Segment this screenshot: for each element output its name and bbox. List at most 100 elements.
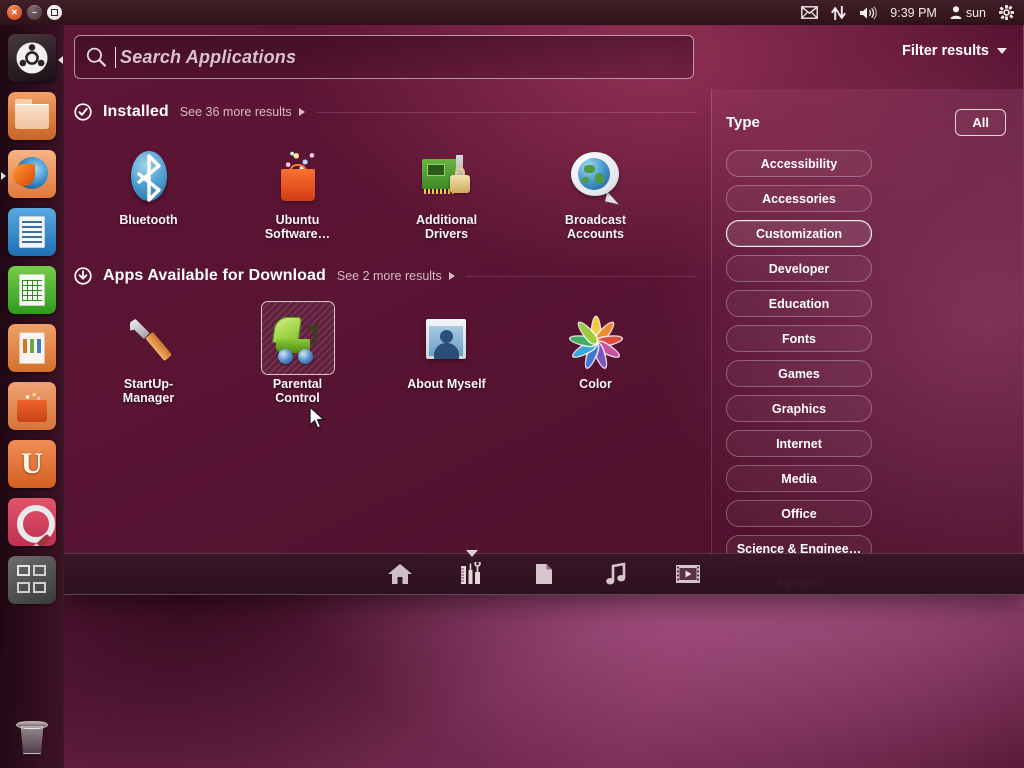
result-label: About Myself [407,377,486,391]
group-header-download[interactable]: Apps Available for Download See 2 more r… [74,267,711,285]
group-title-installed: Installed [103,103,169,120]
ubuntu-logo-icon [8,33,56,82]
result-tile-additional-drivers[interactable]: Additional Drivers [372,137,521,241]
mouse-cursor [309,406,325,429]
launcher-item-ubuntu-one[interactable]: U [0,437,64,495]
volume-icon [860,5,878,20]
window-controls: ✕ – [0,5,62,20]
group-separator [465,275,697,277]
filter-option-accessibility[interactable]: Accessibility [726,150,872,177]
result-row-installed: Bluetooth Ubuntu Software… Additional Dr… [74,127,711,241]
launcher-item-libreoffice-calc[interactable] [0,263,64,321]
see-more-download[interactable]: See 2 more results [337,269,455,283]
filter-option-accessories[interactable]: Accessories [726,185,872,212]
clock-indicator[interactable]: 9:39 PM [890,6,937,20]
lens-files[interactable] [527,559,561,589]
broadcast-accounts-icon [567,149,625,207]
see-more-download-label: See 2 more results [336,269,442,283]
filter-option-media[interactable]: Media [726,465,872,492]
download-circle-icon [74,267,92,285]
search-placeholder: Search Applications [120,46,297,67]
filter-panel: Type All Accessibility Accessories Custo… [711,89,1023,594]
color-flower-icon [567,313,625,371]
network-indicator[interactable] [831,5,847,20]
session-user-indicator[interactable]: sun [950,6,986,20]
launcher-item-software-center[interactable] [0,379,64,437]
unity-dash: Search Applications Filter results Insta… [64,25,1024,595]
check-circle-icon [74,103,92,121]
filter-option-games[interactable]: Games [726,360,872,387]
text-cursor [115,46,116,68]
filter-type-options: Accessibility Accessories Customization … [726,150,1006,594]
launcher-item-libreoffice-writer[interactable] [0,205,64,263]
group-separator [315,111,697,113]
group-title-download: Apps Available for Download [103,267,326,284]
ubuntu-one-icon: U [8,439,56,488]
launcher-focused-arrow-icon [58,56,63,64]
launcher-item-trash[interactable] [0,716,64,760]
result-tile-startup-manager[interactable]: StartUp- Manager [74,301,223,405]
filter-option-internet[interactable]: Internet [726,430,872,457]
user-icon [950,6,962,19]
trash-icon [10,716,54,760]
launcher-item-system-settings[interactable] [0,495,64,553]
launcher-running-arrow-icon [1,172,6,180]
launcher-item-workspace-switcher[interactable] [0,553,64,611]
gear-icon [999,5,1014,20]
filter-option-developer[interactable]: Developer [726,255,872,282]
chevron-down-icon [997,48,1007,54]
result-label: Color [579,377,612,391]
filter-option-graphics[interactable]: Graphics [726,395,872,422]
result-label: Ubuntu Software… [264,213,331,241]
lens-video[interactable] [671,559,705,589]
filter-results-toggle[interactable]: Filter results [902,43,1007,59]
sound-indicator[interactable] [859,5,878,20]
lens-music[interactable] [599,559,633,589]
result-tile-broadcast-accounts[interactable]: Broadcast Accounts [521,137,670,241]
result-tile-color[interactable]: Color [521,301,670,405]
filter-option-office[interactable]: Office [726,500,872,527]
system-menu-indicator[interactable] [999,5,1014,20]
clock-label: 9:39 PM [890,5,937,20]
launcher-item-ubuntu-dash[interactable] [0,31,64,89]
home-icon [388,564,412,584]
filter-option-education[interactable]: Education [726,290,872,317]
filter-option-customization[interactable]: Customization [726,220,872,247]
launcher-item-firefox[interactable] [0,147,64,205]
lens-applications[interactable] [455,550,489,589]
wrench-icon [120,313,178,371]
result-tile-about-myself[interactable]: About Myself [372,301,521,405]
filter-option-fonts[interactable]: Fonts [726,325,872,352]
launcher-item-files[interactable] [0,89,64,147]
music-note-icon [606,562,626,585]
see-more-installed[interactable]: See 36 more results [180,105,305,119]
workspace-switcher-icon [8,555,56,604]
libreoffice-calc-icon [8,265,56,314]
result-tile-ubuntu-software[interactable]: Ubuntu Software… [223,137,372,241]
filter-results-label: Filter results [901,43,989,59]
film-icon [676,565,700,583]
messaging-indicator[interactable] [801,6,819,19]
result-tile-parental-control[interactable]: Parental Control [223,301,372,405]
pram-icon [269,313,327,371]
close-button[interactable]: ✕ [7,5,22,20]
lens-home[interactable] [383,559,417,589]
top-panel: ✕ – 9:39 PM sun [0,0,1024,25]
username-label: sun [965,5,986,20]
active-lens-marker-icon [466,550,478,557]
about-myself-icon [418,313,476,371]
minimize-button[interactable]: – [27,5,42,20]
maximize-button[interactable] [47,5,62,20]
result-label: StartUp- Manager [122,377,175,405]
filter-type-all-button[interactable]: All [955,109,1006,136]
network-icon [831,5,847,20]
firefox-icon [8,149,56,198]
result-tile-bluetooth[interactable]: Bluetooth [74,137,223,241]
chevron-right-icon [448,272,455,280]
minimize-icon: – [32,7,37,17]
launcher-item-libreoffice-impress[interactable] [0,321,64,379]
result-label: Bluetooth [119,213,178,227]
search-input[interactable]: Search Applications [74,35,694,79]
document-icon [536,564,552,584]
group-header-installed[interactable]: Installed See 36 more results [74,103,711,121]
